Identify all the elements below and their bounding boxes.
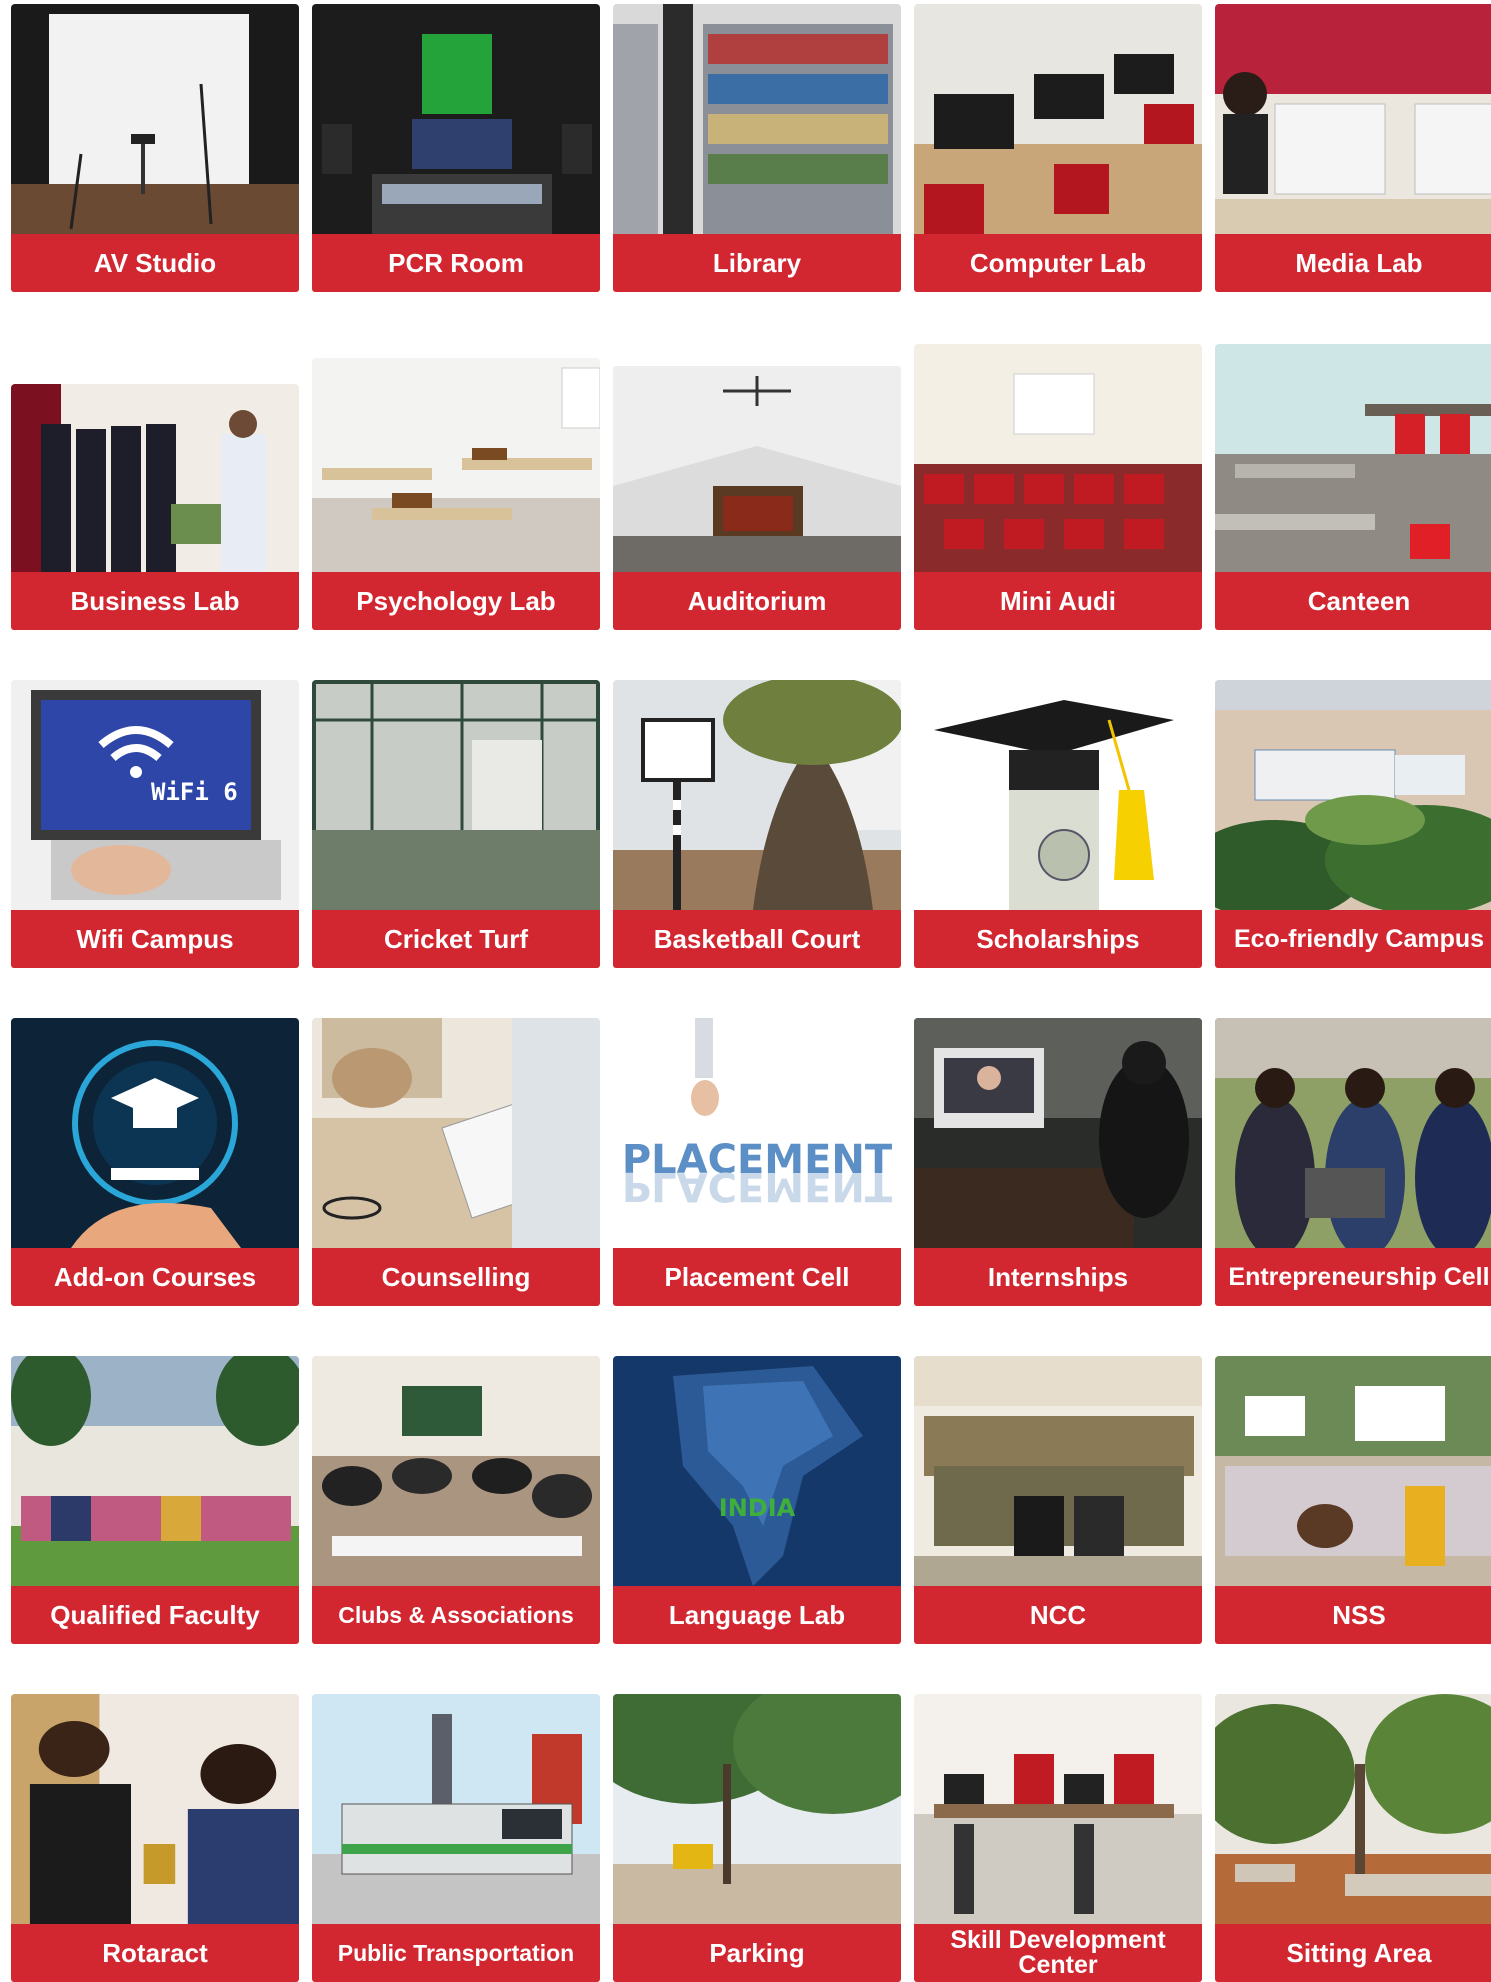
qualified-faculty-photo <box>11 1356 299 1586</box>
facility-label: Business Lab <box>11 572 299 630</box>
facility-card-entrepreneurship-cell[interactable]: Entrepreneurship Cell <box>1215 1014 1491 1306</box>
facility-label: Mini Audi <box>914 572 1202 630</box>
basketball-court-photo <box>613 680 901 910</box>
facility-card-qualified-faculty[interactable]: Qualified Faculty <box>11 1352 299 1644</box>
sitting-area-photo <box>1215 1694 1491 1924</box>
facility-card-skill-development-center[interactable]: Skill Development Center <box>914 1690 1202 1982</box>
facility-card-placement-cell[interactable]: PLACEMENT PLACEMENT Placement Cell <box>613 1014 901 1306</box>
facility-label: PCR Room <box>312 234 600 292</box>
facility-card-auditorium[interactable]: Auditorium <box>613 338 901 630</box>
internships-photo <box>914 1018 1202 1248</box>
facility-card-public-transportation[interactable]: Public Transportation <box>312 1690 600 1982</box>
svg-text:WiFi 6: WiFi 6 <box>151 778 238 806</box>
facility-label: NCC <box>914 1586 1202 1644</box>
cricket-turf-photo <box>312 680 600 910</box>
facility-label: Qualified Faculty <box>11 1586 299 1644</box>
add-on-courses-photo <box>11 1018 299 1248</box>
facility-label: Canteen <box>1215 572 1491 630</box>
facility-label: Cricket Turf <box>312 910 600 968</box>
facility-label: Entrepreneurship Cell <box>1215 1248 1491 1306</box>
facility-card-language-lab[interactable]: INDIA Language Lab <box>613 1352 901 1644</box>
facility-card-canteen[interactable]: Canteen <box>1215 338 1491 630</box>
facility-card-scholarships[interactable]: Scholarships <box>914 676 1202 968</box>
placement-cell-photo: PLACEMENT PLACEMENT <box>613 1018 901 1248</box>
media-lab-photo <box>1215 4 1491 234</box>
mini-audi-photo <box>914 344 1202 572</box>
facility-card-pcr-room[interactable]: PCR Room <box>312 0 600 292</box>
facility-card-library[interactable]: Library <box>613 0 901 292</box>
facility-card-media-lab[interactable]: Media Lab <box>1215 0 1491 292</box>
facility-label: Library <box>613 234 901 292</box>
counselling-photo <box>312 1018 600 1248</box>
facility-label: Placement Cell <box>613 1248 901 1306</box>
scholarships-photo <box>914 680 1202 910</box>
svg-text:INDIA: INDIA <box>719 1494 796 1522</box>
facility-card-computer-lab[interactable]: Computer Lab <box>914 0 1202 292</box>
av-studio-photo <box>11 4 299 234</box>
facility-label: Eco-friendly Campus <box>1215 910 1491 968</box>
facility-card-eco-friendly-campus[interactable]: Eco-friendly Campus <box>1215 676 1491 968</box>
facility-card-wifi-campus[interactable]: WiFi 6 Wifi Campus <box>11 676 299 968</box>
facility-label: Scholarships <box>914 910 1202 968</box>
facility-card-sitting-area[interactable]: Sitting Area <box>1215 1690 1491 1982</box>
nss-photo <box>1215 1356 1491 1586</box>
facility-label: Basketball Court <box>613 910 901 968</box>
facility-label: Add-on Courses <box>11 1248 299 1306</box>
facility-label: Rotaract <box>11 1924 299 1982</box>
eco-friendly-campus-photo <box>1215 680 1491 910</box>
facility-card-internships[interactable]: Internships <box>914 1014 1202 1306</box>
facilities-grid: AV Studio PCR Room Library Computer Lab … <box>0 0 1491 1982</box>
pcr-room-photo <box>312 4 600 234</box>
facility-label: NSS <box>1215 1586 1491 1644</box>
ncc-photo <box>914 1356 1202 1586</box>
entrepreneurship-cell-photo <box>1215 1018 1491 1248</box>
facility-card-add-on-courses[interactable]: Add-on Courses <box>11 1014 299 1306</box>
psychology-lab-photo <box>312 358 600 572</box>
facility-label: Auditorium <box>613 572 901 630</box>
svg-text:PLACEMENT: PLACEMENT <box>622 1163 893 1209</box>
facility-label: Wifi Campus <box>11 910 299 968</box>
facility-label: Media Lab <box>1215 234 1491 292</box>
clubs-associations-photo <box>312 1356 600 1586</box>
facility-card-basketball-court[interactable]: Basketball Court <box>613 676 901 968</box>
facility-label: Internships <box>914 1248 1202 1306</box>
facility-label: Parking <box>613 1924 901 1982</box>
facility-label: Computer Lab <box>914 234 1202 292</box>
facility-label: Language Lab <box>613 1586 901 1644</box>
facility-card-counselling[interactable]: Counselling <box>312 1014 600 1306</box>
parking-photo <box>613 1694 901 1924</box>
facility-label: Psychology Lab <box>312 572 600 630</box>
facility-label: Clubs & Associations <box>312 1586 600 1644</box>
facility-card-clubs-associations[interactable]: Clubs & Associations <box>312 1352 600 1644</box>
facility-card-rotaract[interactable]: Rotaract <box>11 1690 299 1982</box>
facility-label: Public Transportation <box>312 1924 600 1982</box>
rotaract-photo <box>11 1694 299 1924</box>
facility-card-av-studio[interactable]: AV Studio <box>11 0 299 292</box>
auditorium-photo <box>613 366 901 572</box>
public-transportation-photo <box>312 1694 600 1924</box>
facility-card-mini-audi[interactable]: Mini Audi <box>914 338 1202 630</box>
facility-label: Skill Development Center <box>914 1924 1202 1982</box>
library-photo <box>613 4 901 234</box>
computer-lab-photo <box>914 4 1202 234</box>
facility-card-parking[interactable]: Parking <box>613 1690 901 1982</box>
facility-label: AV Studio <box>11 234 299 292</box>
facility-card-nss[interactable]: NSS <box>1215 1352 1491 1644</box>
skill-development-center-photo <box>914 1694 1202 1924</box>
language-lab-photo: INDIA <box>613 1356 901 1586</box>
business-lab-photo <box>11 384 299 572</box>
canteen-photo <box>1215 344 1491 572</box>
wifi-campus-photo: WiFi 6 <box>11 680 299 910</box>
facility-card-business-lab[interactable]: Business Lab <box>11 338 299 630</box>
facility-card-psychology-lab[interactable]: Psychology Lab <box>312 338 600 630</box>
facility-label: Counselling <box>312 1248 600 1306</box>
facility-card-cricket-turf[interactable]: Cricket Turf <box>312 676 600 968</box>
facility-card-ncc[interactable]: NCC <box>914 1352 1202 1644</box>
facility-label: Sitting Area <box>1215 1924 1491 1982</box>
